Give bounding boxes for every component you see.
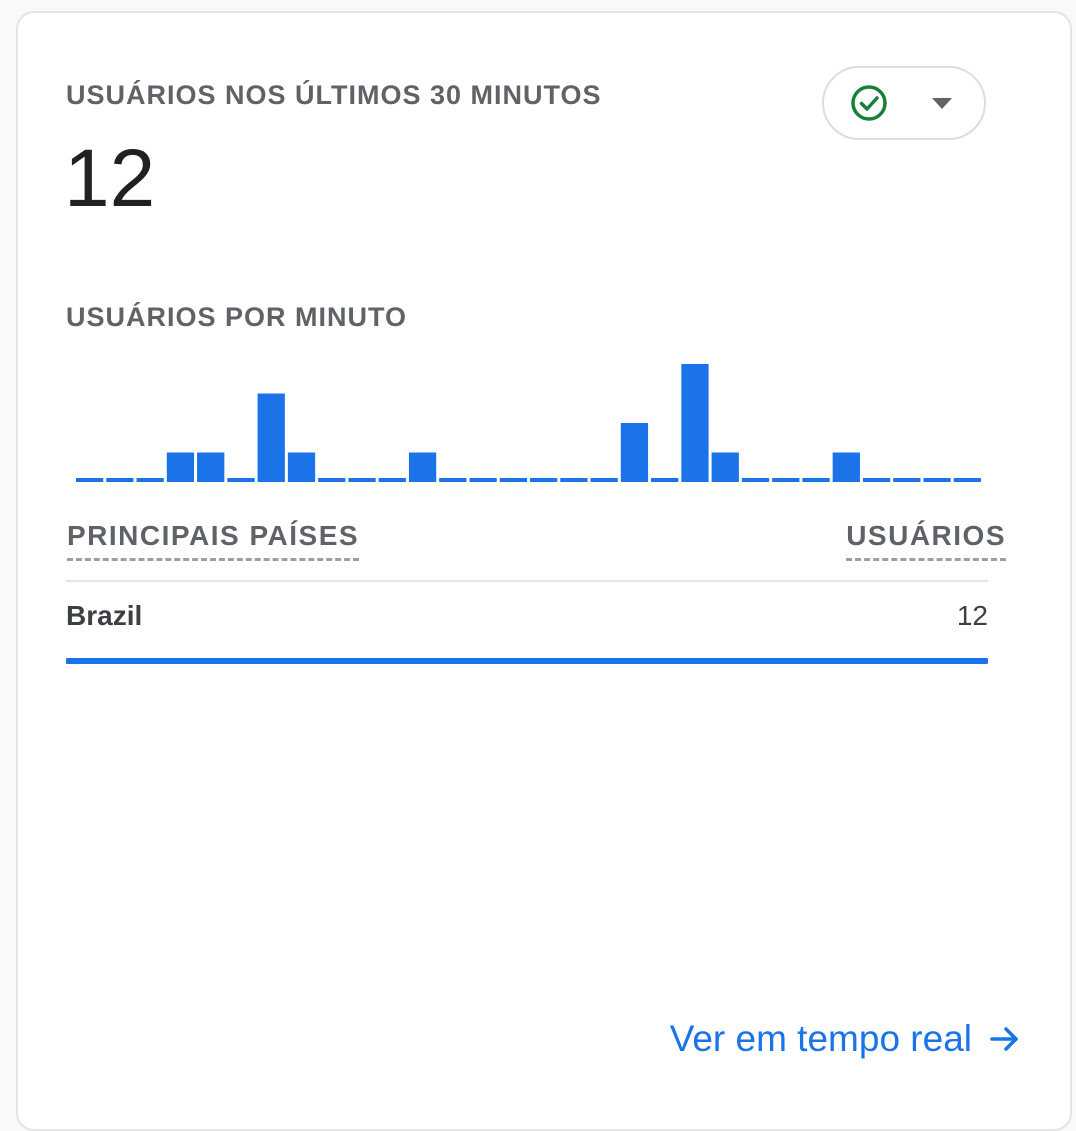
arrow-right-icon — [990, 1027, 1018, 1051]
chart-bar[interactable] — [136, 478, 164, 482]
chart-bar[interactable] — [772, 478, 800, 482]
chart-bar[interactable] — [530, 478, 558, 482]
chart-bar[interactable] — [862, 478, 891, 482]
view-realtime-link[interactable]: Ver em tempo real — [670, 1018, 1022, 1060]
chart-bar[interactable] — [318, 478, 346, 482]
chart-bar[interactable] — [590, 478, 618, 482]
chart-bar[interactable] — [651, 478, 679, 482]
users-per-minute-chart — [76, 364, 981, 483]
chart-bar[interactable] — [76, 478, 104, 482]
caret-down-icon — [932, 98, 952, 109]
chart-bar[interactable] — [469, 478, 497, 482]
status-dropdown-button[interactable] — [822, 66, 986, 140]
chart-bar[interactable] — [257, 393, 285, 483]
chart-bar[interactable] — [560, 478, 588, 482]
chart-bar[interactable] — [197, 452, 225, 483]
chart-bar[interactable] — [923, 478, 951, 482]
table-divider — [66, 580, 988, 582]
table-row[interactable]: Brazil 12 — [66, 600, 988, 670]
view-realtime-label: Ver em tempo real — [669, 1018, 972, 1059]
column-header-countries[interactable]: PRINCIPAIS PAÍSES — [67, 520, 360, 562]
chart-bar[interactable] — [166, 452, 195, 483]
column-header-users[interactable]: USUÁRIOS — [846, 520, 1006, 562]
chart-bar[interactable] — [106, 478, 134, 482]
country-share-bar — [66, 658, 988, 664]
chart-bar[interactable] — [287, 452, 316, 483]
chart-bar[interactable] — [893, 478, 921, 482]
chart-bar[interactable] — [832, 452, 860, 483]
chart-bar[interactable] — [227, 478, 255, 482]
chart-bar[interactable] — [711, 452, 739, 483]
country-users-value: 12 — [956, 600, 988, 631]
card-title: USUÁRIOS NOS ÚLTIMOS 30 MINUTOS — [66, 80, 602, 110]
country-name: Brazil — [66, 600, 143, 631]
chart-bar[interactable] — [439, 478, 467, 482]
check-circle-icon — [851, 85, 887, 121]
realtime-card — [16, 11, 1072, 1131]
chart-bar[interactable] — [741, 478, 770, 482]
total-users-value: 12 — [64, 133, 156, 224]
chart-bar[interactable] — [953, 478, 981, 482]
chart-bar[interactable] — [681, 364, 709, 482]
chart-bar[interactable] — [802, 478, 830, 482]
chart-bar[interactable] — [378, 478, 406, 482]
chart-bar[interactable] — [408, 452, 437, 483]
chart-bar[interactable] — [499, 478, 527, 482]
chart-bar[interactable] — [348, 478, 376, 482]
chart-bar[interactable] — [620, 423, 649, 482]
chart-title: USUÁRIOS POR MINUTO — [66, 302, 408, 332]
